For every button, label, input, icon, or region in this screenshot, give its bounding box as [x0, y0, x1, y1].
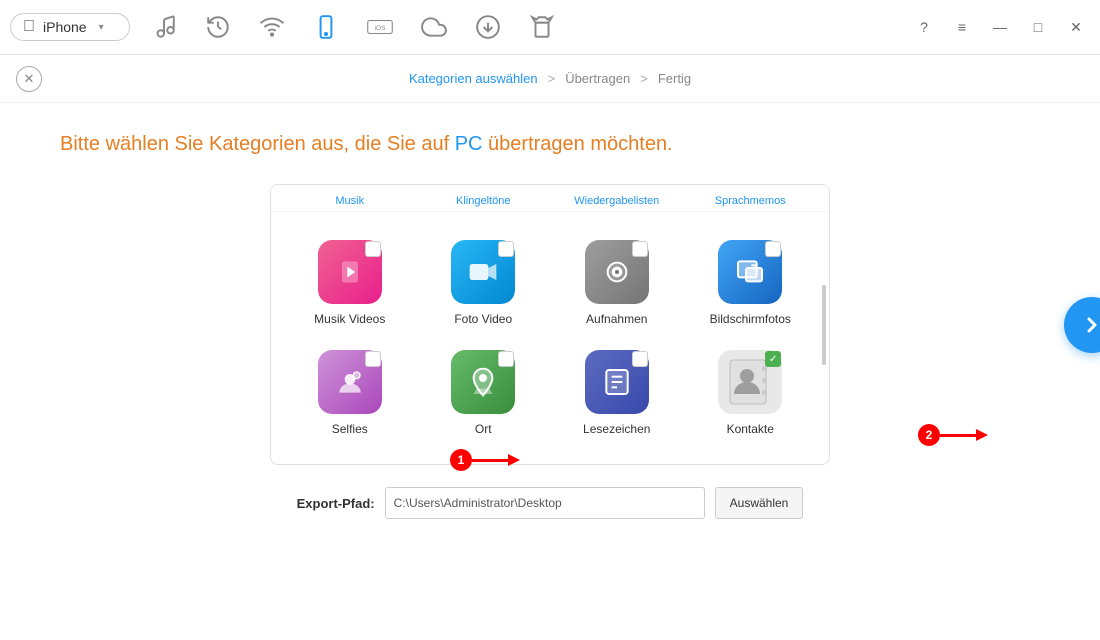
- partial-label-musik: Musik: [283, 189, 417, 211]
- export-path-input[interactable]: [385, 487, 705, 519]
- cat-label-lesezeichen: Lesezeichen: [583, 422, 650, 436]
- cat-checkbox-kontakte[interactable]: ✓: [765, 351, 781, 367]
- cat-checkbox-lesezeichen[interactable]: [632, 351, 648, 367]
- cat-icon-wrapper-foto-video: [451, 240, 515, 304]
- cat-icon-wrapper-ort: [451, 350, 515, 414]
- breadcrumb-step-2[interactable]: Übertragen: [565, 71, 630, 86]
- download-icon[interactable]: [472, 11, 504, 43]
- cat-icon-wrapper-kontakte: ✓: [718, 350, 782, 414]
- cloud-icon[interactable]: [418, 11, 450, 43]
- main-heading: Bitte wählen Sie Kategorien aus, die Sie…: [60, 133, 1040, 156]
- history-icon[interactable]: [202, 11, 234, 43]
- breadcrumb-close-button[interactable]: ✕: [16, 66, 42, 92]
- music-icon[interactable]: [148, 11, 180, 43]
- close-icon: ✕: [24, 71, 35, 87]
- cat-icon-wrapper-aufnahmen: [585, 240, 649, 304]
- cat-checkbox-selfies[interactable]: [365, 351, 381, 367]
- cat-label-kontakte: Kontakte: [727, 422, 774, 436]
- partial-row: Musik Klingeltöne Wiedergabelisten Sprac…: [271, 185, 829, 212]
- annotation-2: 2: [918, 424, 980, 446]
- cat-item-selfies[interactable]: Selfies: [283, 338, 417, 448]
- center-wrapper: Musik Klingeltöne Wiedergabelisten Sprac…: [60, 184, 1040, 465]
- title-bar:  iPhone ▾: [0, 0, 1100, 55]
- apple-logo-icon: : [23, 18, 35, 36]
- partial-label-klingeltoene: Klingeltöne: [417, 189, 551, 211]
- cat-checkbox-aufnahmen[interactable]: [632, 241, 648, 257]
- help-button[interactable]: ?: [910, 13, 938, 41]
- cat-item-ort[interactable]: Ort: [417, 338, 551, 448]
- chevron-right-icon: [1080, 313, 1100, 337]
- cat-icon-wrapper-bildschirmfotos: [718, 240, 782, 304]
- export-bar: Export-Pfad: Auswählen: [60, 487, 1040, 519]
- close-button[interactable]: ✕: [1062, 13, 1090, 41]
- cat-checkbox-musik-videos[interactable]: [365, 241, 381, 257]
- cat-icon-wrapper-selfies: [318, 350, 382, 414]
- cat-label-selfies: Selfies: [332, 422, 368, 436]
- breadcrumb-bar: ✕ Kategorien auswählen > Übertragen > Fe…: [0, 55, 1100, 103]
- title-bar-right: ? ≡ — □ ✕: [910, 13, 1090, 41]
- device-name-label: iPhone: [43, 19, 87, 35]
- chevron-down-icon: ▾: [99, 22, 104, 33]
- menu-button[interactable]: ≡: [948, 13, 976, 41]
- cat-icon-wrapper-lesezeichen: [585, 350, 649, 414]
- title-bar-left:  iPhone ▾: [10, 11, 558, 43]
- cat-icon-wrapper-musik-videos: [318, 240, 382, 304]
- wifi-icon[interactable]: [256, 11, 288, 43]
- cat-item-musik-videos[interactable]: Musik Videos: [283, 228, 417, 338]
- main-content: Bitte wählen Sie Kategorien aus, die Sie…: [0, 103, 1100, 539]
- cat-checkbox-ort[interactable]: [498, 351, 514, 367]
- scrollbar[interactable]: [822, 285, 826, 365]
- content-area: Musik Klingeltöne Wiedergabelisten Sprac…: [60, 184, 1040, 519]
- breadcrumb-step-1[interactable]: Kategorien auswählen: [409, 71, 538, 86]
- cat-item-foto-video[interactable]: Foto Video: [417, 228, 551, 338]
- device-selector[interactable]:  iPhone ▾: [10, 13, 130, 41]
- phone-device-icon[interactable]: [310, 11, 342, 43]
- breadcrumb-sep-1: >: [548, 71, 556, 86]
- cat-label-ort: Ort: [475, 422, 492, 436]
- cat-checkbox-bildschirmfotos[interactable]: [765, 241, 781, 257]
- cat-label-foto-video: Foto Video: [454, 312, 512, 326]
- cat-label-musik-videos: Musik Videos: [314, 312, 385, 326]
- cat-item-aufnahmen[interactable]: Aufnahmen: [550, 228, 684, 338]
- next-button[interactable]: [1064, 297, 1100, 353]
- breadcrumb-sep-2: >: [640, 71, 648, 86]
- cat-label-bildschirmfotos: Bildschirmfotos: [710, 312, 791, 326]
- cat-label-aufnahmen: Aufnahmen: [586, 312, 647, 326]
- cat-item-kontakte[interactable]: ✓ Kontakte: [684, 338, 818, 448]
- shirt-icon[interactable]: [526, 11, 558, 43]
- toolbar-icons: iOS: [148, 11, 558, 43]
- breadcrumb-step-3: Fertig: [658, 71, 691, 86]
- export-label: Export-Pfad:: [297, 496, 375, 511]
- maximize-button[interactable]: □: [1024, 13, 1052, 41]
- cat-item-lesezeichen[interactable]: Lesezeichen: [550, 338, 684, 448]
- export-select-button[interactable]: Auswählen: [715, 487, 804, 519]
- ios-icon[interactable]: iOS: [364, 11, 396, 43]
- category-grid: Musik Videos: [271, 212, 829, 464]
- cat-item-bildschirmfotos[interactable]: Bildschirmfotos: [684, 228, 818, 338]
- svg-text:iOS: iOS: [375, 25, 387, 32]
- partial-label-sprachmemos: Sprachmemos: [684, 189, 818, 211]
- cat-checkbox-foto-video[interactable]: [498, 241, 514, 257]
- category-container: Musik Klingeltöne Wiedergabelisten Sprac…: [270, 184, 830, 465]
- minimize-button[interactable]: —: [986, 13, 1014, 41]
- partial-label-wiedergabe: Wiedergabelisten: [550, 189, 684, 211]
